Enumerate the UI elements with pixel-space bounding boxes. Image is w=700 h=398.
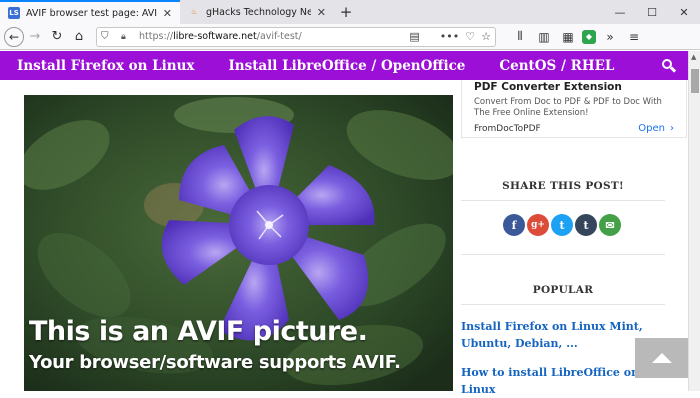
scroll-to-top-button[interactable] <box>635 338 688 378</box>
tab-avif-test[interactable]: LS AVIF browser test page: AVIF s ✕ <box>0 0 180 24</box>
nav-install-libreoffice[interactable]: Install LibreOffice / OpenOffice <box>228 58 465 74</box>
url-scheme: https:// <box>139 31 174 42</box>
ad-source: FromDocToPDF <box>474 123 541 134</box>
new-tab-button[interactable]: + <box>334 0 358 24</box>
divider <box>461 200 665 201</box>
forward-button[interactable]: → <box>24 26 46 48</box>
url-path: /avif-test/ <box>256 31 302 42</box>
lock-icon[interactable]: 🔒︎ <box>121 32 135 42</box>
chevron-right-icon: › <box>670 123 674 134</box>
close-tab-icon[interactable]: ✕ <box>163 7 172 20</box>
ad-title[interactable]: PDF Converter Extension <box>474 81 674 93</box>
url-domain: libre-software.net <box>173 31 257 42</box>
url-bar[interactable]: ⛉ 🔒︎ https://libre-software.net/avif-tes… <box>96 26 496 47</box>
ad-open-label: Open <box>638 123 665 134</box>
hero-caption-subtitle: Your browser/software supports AVIF. <box>29 352 401 373</box>
nav-install-firefox-linux[interactable]: Install Firefox on Linux <box>17 58 194 74</box>
home-button[interactable]: ⌂ <box>68 26 90 48</box>
tab-ghacks[interactable]: ♨ gHacks Technology News ✕ <box>180 0 334 24</box>
facebook-share-icon[interactable]: f <box>503 214 525 236</box>
extensions-grid-icon[interactable]: ▦ <box>558 27 578 47</box>
ghacks-flame-icon: ♨ <box>190 8 198 16</box>
minimize-button[interactable]: — <box>604 0 636 24</box>
social-share-buttons: f g+ t t ✉ <box>503 214 621 236</box>
tab-strip: LS AVIF browser test page: AVIF s ✕ ♨ gH… <box>0 0 700 24</box>
avif-test-image: This is an AVIF picture. Your browser/so… <box>24 95 453 391</box>
pocket-icon[interactable]: ♡ <box>465 30 475 43</box>
bookmark-star-icon[interactable]: ☆ <box>481 30 491 43</box>
libre-software-favicon-icon: LS <box>8 7 20 19</box>
twitter-share-icon[interactable]: t <box>551 214 573 236</box>
ad-card[interactable]: PDF Converter Extension Convert From Doc… <box>461 80 687 138</box>
page-scrollbar[interactable]: ▲ <box>688 51 700 391</box>
page-actions-icon[interactable]: ••• <box>440 30 459 43</box>
tracking-protection-shield-icon[interactable]: ⛉ <box>101 31 115 42</box>
close-window-button[interactable]: ✕ <box>668 0 700 24</box>
extension-icon[interactable]: ◆ <box>582 29 596 44</box>
divider <box>461 304 665 305</box>
tab-title: AVIF browser test page: AVIF s <box>26 7 157 19</box>
google-plus-share-icon[interactable]: g+ <box>527 214 549 236</box>
divider <box>461 254 665 255</box>
search-icon[interactable] <box>662 58 677 73</box>
hamburger-menu-icon[interactable]: ≡ <box>624 27 644 47</box>
reload-button[interactable]: ↻ <box>46 26 68 48</box>
popular-heading: POPULAR <box>532 284 594 296</box>
ad-description: Convert From Doc to PDF & PDF to Doc Wit… <box>474 97 662 118</box>
back-button[interactable]: ← <box>4 26 24 47</box>
site-navigation: Install Firefox on Linux Install LibreOf… <box>0 51 688 80</box>
navigation-toolbar: ← → ↻ ⌂ ⛉ 🔒︎ https://libre-software.net/… <box>0 24 700 50</box>
hero-caption-title: This is an AVIF picture. <box>29 316 368 347</box>
overflow-chevron-icon[interactable]: » <box>600 27 620 47</box>
scroll-up-arrow-icon[interactable]: ▲ <box>691 53 696 61</box>
arrow-up-icon <box>651 353 672 363</box>
maximize-button[interactable]: ☐ <box>636 0 668 24</box>
library-icon[interactable]: ⫴ <box>510 27 530 47</box>
scrollbar-thumb[interactable] <box>691 69 699 93</box>
url-text[interactable]: https://libre-software.net/avif-test/ <box>139 31 409 42</box>
close-tab-icon[interactable]: ✕ <box>317 6 326 19</box>
tab-title: gHacks Technology News <box>206 6 311 18</box>
reader-view-icon[interactable]: ▤ <box>409 30 419 43</box>
ad-open-button[interactable]: Open › <box>638 123 674 134</box>
share-heading: SHARE THIS POST! <box>502 180 624 192</box>
window-controls: — ☐ ✕ <box>604 0 700 24</box>
email-share-icon[interactable]: ✉ <box>599 214 621 236</box>
sidebar-icon[interactable]: ▥ <box>534 27 554 47</box>
tumblr-share-icon[interactable]: t <box>575 214 597 236</box>
nav-centos-rhel[interactable]: CentOS / RHEL <box>499 58 614 74</box>
